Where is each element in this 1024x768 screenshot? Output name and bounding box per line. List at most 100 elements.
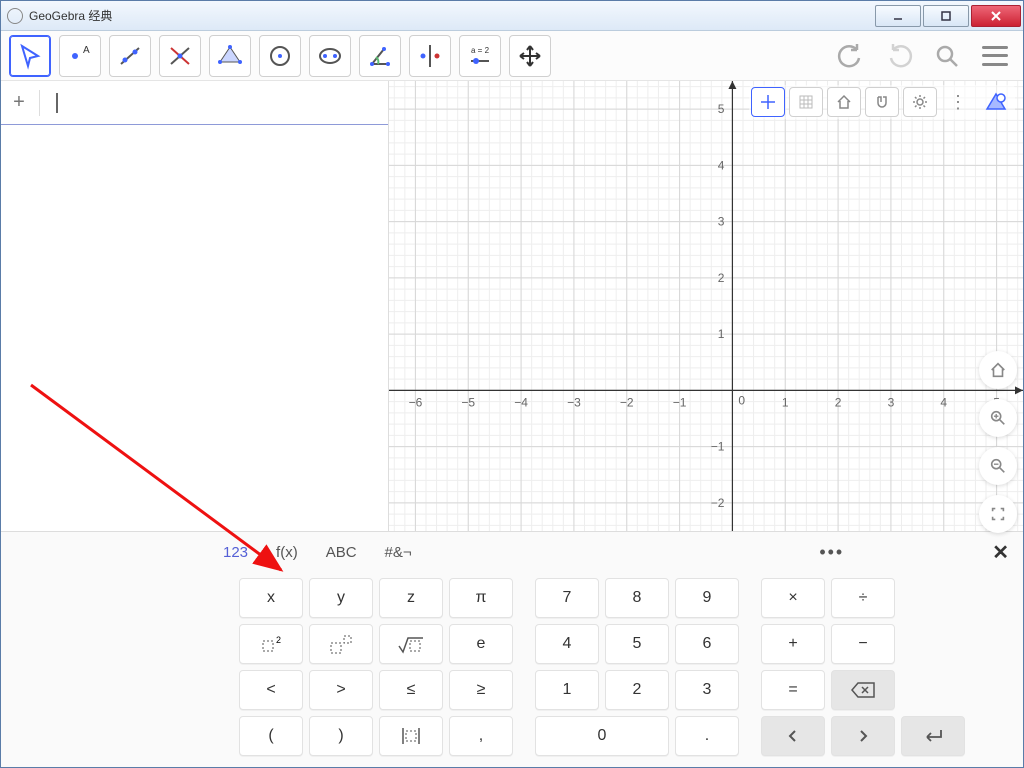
tool-perpendicular[interactable] — [159, 35, 201, 77]
algebra-input[interactable] — [70, 95, 382, 110]
grid-toggle[interactable] — [789, 87, 823, 117]
axes-toggle[interactable] — [751, 87, 785, 117]
svg-text:−6: −6 — [409, 395, 423, 409]
kb-more-button[interactable]: ••• — [819, 542, 844, 563]
key-mul[interactable]: × — [761, 578, 825, 618]
snap-button[interactable] — [865, 87, 899, 117]
coordinate-grid: −6−5−4−3−2−1012345−2−112345 — [389, 81, 1023, 531]
key-9[interactable]: 9 — [675, 578, 739, 618]
key-left[interactable] — [761, 716, 825, 756]
minimize-button[interactable] — [875, 5, 921, 27]
key-ge[interactable]: ≥ — [449, 670, 513, 710]
key-lparen[interactable]: ( — [239, 716, 303, 756]
more-options-button[interactable]: ⋮ — [941, 87, 975, 117]
kb-close-button[interactable]: ✕ — [992, 540, 1009, 565]
tool-polygon[interactable] — [209, 35, 251, 77]
key-3[interactable]: 3 — [675, 670, 739, 710]
key-8[interactable]: 8 — [605, 578, 669, 618]
svg-text:2: 2 — [276, 635, 281, 645]
slider-label: a = 2 — [471, 46, 490, 55]
tool-angle[interactable] — [359, 35, 401, 77]
key-gt[interactable]: > — [309, 670, 373, 710]
key-eq[interactable]: = — [761, 670, 825, 710]
home-view-button[interactable] — [827, 87, 861, 117]
tool-move[interactable] — [9, 35, 51, 77]
tool-line[interactable] — [109, 35, 151, 77]
fullscreen-button[interactable] — [979, 495, 1017, 533]
algebra-view: + — [1, 81, 389, 531]
tool-ellipse[interactable] — [309, 35, 351, 77]
text-cursor — [56, 93, 62, 113]
key-5[interactable]: 5 — [605, 624, 669, 664]
algebra-input-bar[interactable]: + — [1, 81, 388, 125]
kb-tab-abc[interactable]: ABC — [326, 544, 357, 561]
key-dot[interactable]: . — [675, 716, 739, 756]
key-plus[interactable]: + — [761, 624, 825, 664]
annotation-arrow — [21, 375, 321, 585]
key-pi[interactable]: π — [449, 578, 513, 618]
key-backspace[interactable] — [831, 670, 895, 710]
settings-button[interactable] — [903, 87, 937, 117]
titlebar: GeoGebra 经典 — [1, 1, 1023, 31]
window-title: GeoGebra 经典 — [29, 7, 873, 24]
main-toolbar: A a = 2 — [1, 31, 1023, 81]
key-power[interactable] — [309, 624, 373, 664]
key-comma[interactable]: , — [449, 716, 513, 756]
home-button[interactable] — [979, 351, 1017, 389]
key-7[interactable]: 7 — [535, 578, 599, 618]
key-group-digits: 7 8 9 4 5 6 1 2 3 0 . — [535, 578, 739, 761]
svg-text:−1: −1 — [711, 440, 725, 454]
key-minus[interactable]: − — [831, 624, 895, 664]
svg-text:1: 1 — [718, 327, 725, 341]
key-right[interactable] — [831, 716, 895, 756]
key-z[interactable]: z — [379, 578, 443, 618]
add-input-icon[interactable]: + — [7, 91, 31, 115]
divider — [39, 90, 40, 116]
key-rparen[interactable]: ) — [309, 716, 373, 756]
key-e[interactable]: e — [449, 624, 513, 664]
key-group-ops: × ÷ + − = — [761, 578, 965, 761]
svg-text:A: A — [83, 45, 90, 56]
zoom-out-button[interactable] — [979, 447, 1017, 485]
views-button[interactable] — [979, 87, 1013, 117]
svg-text:−3: −3 — [567, 395, 581, 409]
close-button[interactable] — [971, 5, 1021, 27]
svg-text:−4: −4 — [514, 395, 528, 409]
svg-text:2: 2 — [718, 271, 725, 285]
svg-text:1: 1 — [782, 395, 789, 409]
maximize-button[interactable] — [923, 5, 969, 27]
key-0[interactable]: 0 — [535, 716, 669, 756]
zoom-controls — [979, 351, 1017, 533]
key-abs[interactable] — [379, 716, 443, 756]
key-div[interactable]: ÷ — [831, 578, 895, 618]
key-square[interactable]: 2 — [239, 624, 303, 664]
svg-text:2: 2 — [835, 395, 842, 409]
graphics-view[interactable]: −6−5−4−3−2−1012345−2−112345 ⋮ — [389, 81, 1023, 531]
key-2[interactable]: 2 — [605, 670, 669, 710]
menu-button[interactable] — [975, 36, 1015, 76]
tool-reflect[interactable] — [409, 35, 451, 77]
key-le[interactable]: ≤ — [379, 670, 443, 710]
key-6[interactable]: 6 — [675, 624, 739, 664]
key-enter[interactable] — [901, 716, 965, 756]
zoom-in-button[interactable] — [979, 399, 1017, 437]
tool-translate[interactable] — [509, 35, 551, 77]
svg-text:−5: −5 — [461, 395, 475, 409]
undo-button[interactable] — [831, 36, 871, 76]
key-lt[interactable]: < — [239, 670, 303, 710]
tool-slider[interactable]: a = 2 — [459, 35, 501, 77]
svg-text:5: 5 — [718, 102, 725, 116]
key-group-vars: x y z π 2 e < > ≤ ≥ ( ) , — [239, 578, 513, 761]
tool-circle[interactable] — [259, 35, 301, 77]
key-1[interactable]: 1 — [535, 670, 599, 710]
redo-button[interactable] — [879, 36, 919, 76]
key-4[interactable]: 4 — [535, 624, 599, 664]
vertical-dots-icon: ⋮ — [949, 99, 967, 105]
keyboard-keys: x y z π 2 e < > ≤ ≥ ( ) , 7 8 9 — [1, 572, 1023, 767]
kb-tab-sym[interactable]: #&¬ — [385, 544, 412, 561]
key-sqrt[interactable] — [379, 624, 443, 664]
svg-text:−1: −1 — [673, 395, 687, 409]
tool-point[interactable]: A — [59, 35, 101, 77]
search-button[interactable] — [927, 36, 967, 76]
svg-text:−2: −2 — [620, 395, 634, 409]
